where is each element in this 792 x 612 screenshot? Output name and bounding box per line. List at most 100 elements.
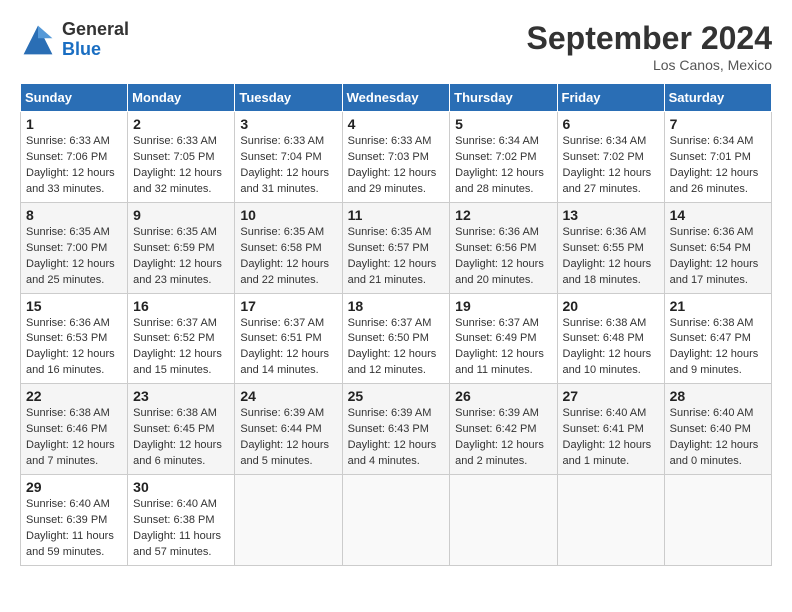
day-info: Sunrise: 6:38 AMSunset: 6:46 PMDaylight:…	[26, 406, 122, 470]
calendar-week-4: 22 Sunrise: 6:38 AMSunset: 6:46 PMDayligh…	[21, 384, 772, 475]
day-number: 29	[26, 479, 122, 495]
day-cell-16: 16 Sunrise: 6:37 AMSunset: 6:52 PMDayligh…	[128, 293, 235, 384]
day-info: Sunrise: 6:35 AMSunset: 6:58 PMDaylight:…	[240, 225, 336, 289]
empty-cell	[664, 475, 771, 566]
col-header-thursday: Thursday	[450, 84, 557, 112]
day-info: Sunrise: 6:40 AMSunset: 6:41 PMDaylight:…	[563, 406, 659, 470]
col-header-saturday: Saturday	[664, 84, 771, 112]
day-number: 7	[670, 116, 766, 132]
day-info: Sunrise: 6:36 AMSunset: 6:55 PMDaylight:…	[563, 225, 659, 289]
logo-general: General	[62, 19, 129, 39]
day-number: 15	[26, 298, 122, 314]
day-info: Sunrise: 6:39 AMSunset: 6:43 PMDaylight:…	[348, 406, 445, 470]
empty-cell	[450, 475, 557, 566]
logo-icon	[20, 22, 56, 58]
day-cell-13: 13 Sunrise: 6:36 AMSunset: 6:55 PMDayligh…	[557, 202, 664, 293]
day-number: 13	[563, 207, 659, 223]
day-info: Sunrise: 6:40 AMSunset: 6:39 PMDaylight:…	[26, 497, 122, 561]
day-cell-14: 14 Sunrise: 6:36 AMSunset: 6:54 PMDayligh…	[664, 202, 771, 293]
calendar-header-row: SundayMondayTuesdayWednesdayThursdayFrid…	[21, 84, 772, 112]
day-number: 27	[563, 388, 659, 404]
day-cell-10: 10 Sunrise: 6:35 AMSunset: 6:58 PMDayligh…	[235, 202, 342, 293]
day-info: Sunrise: 6:39 AMSunset: 6:44 PMDaylight:…	[240, 406, 336, 470]
day-number: 26	[455, 388, 551, 404]
day-number: 1	[26, 116, 122, 132]
location: Los Canos, Mexico	[527, 57, 772, 73]
day-cell-25: 25 Sunrise: 6:39 AMSunset: 6:43 PMDayligh…	[342, 384, 450, 475]
day-number: 4	[348, 116, 445, 132]
day-info: Sunrise: 6:37 AMSunset: 6:52 PMDaylight:…	[133, 316, 229, 380]
day-cell-24: 24 Sunrise: 6:39 AMSunset: 6:44 PMDayligh…	[235, 384, 342, 475]
day-info: Sunrise: 6:36 AMSunset: 6:53 PMDaylight:…	[26, 316, 122, 380]
day-cell-7: 7 Sunrise: 6:34 AMSunset: 7:01 PMDaylight…	[664, 112, 771, 203]
day-info: Sunrise: 6:34 AMSunset: 7:01 PMDaylight:…	[670, 134, 766, 198]
day-number: 30	[133, 479, 229, 495]
day-info: Sunrise: 6:39 AMSunset: 6:42 PMDaylight:…	[455, 406, 551, 470]
day-cell-19: 19 Sunrise: 6:37 AMSunset: 6:49 PMDayligh…	[450, 293, 557, 384]
col-header-sunday: Sunday	[21, 84, 128, 112]
logo: General Blue	[20, 20, 129, 60]
day-info: Sunrise: 6:35 AMSunset: 6:57 PMDaylight:…	[348, 225, 445, 289]
day-cell-21: 21Sunrise: 6:38 AMSunset: 6:47 PMDayligh…	[664, 293, 771, 384]
day-number: 21	[670, 298, 766, 314]
day-cell-30: 30 Sunrise: 6:40 AMSunset: 6:38 PMDayligh…	[128, 475, 235, 566]
day-cell-20: 20 Sunrise: 6:38 AMSunset: 6:48 PMDayligh…	[557, 293, 664, 384]
day-number: 22	[26, 388, 122, 404]
day-cell-18: 18 Sunrise: 6:37 AMSunset: 6:50 PMDayligh…	[342, 293, 450, 384]
day-number: 3	[240, 116, 336, 132]
day-number: 25	[348, 388, 445, 404]
day-number: 19	[455, 298, 551, 314]
day-number: 18	[348, 298, 445, 314]
day-cell-23: 23Sunrise: 6:38 AMSunset: 6:45 PMDayligh…	[128, 384, 235, 475]
day-info: Sunrise: 6:36 AMSunset: 6:56 PMDaylight:…	[455, 225, 551, 289]
title-block: September 2024 Los Canos, Mexico	[527, 20, 772, 73]
day-info: Sunrise: 6:36 AMSunset: 6:54 PMDaylight:…	[670, 225, 766, 289]
page-header: General Blue September 2024 Los Canos, M…	[20, 20, 772, 73]
col-header-wednesday: Wednesday	[342, 84, 450, 112]
day-info: Sunrise: 6:35 AMSunset: 7:00 PMDaylight:…	[26, 225, 122, 289]
day-cell-3: 3 Sunrise: 6:33 AMSunset: 7:04 PMDaylight…	[235, 112, 342, 203]
day-info: Sunrise: 6:35 AMSunset: 6:59 PMDaylight:…	[133, 225, 229, 289]
day-number: 9	[133, 207, 229, 223]
day-number: 6	[563, 116, 659, 132]
day-info: Sunrise: 6:34 AMSunset: 7:02 PMDaylight:…	[455, 134, 551, 198]
day-info: Sunrise: 6:34 AMSunset: 7:02 PMDaylight:…	[563, 134, 659, 198]
day-cell-1: 1 Sunrise: 6:33 AMSunset: 7:06 PMDaylight…	[21, 112, 128, 203]
day-info: Sunrise: 6:33 AMSunset: 7:06 PMDaylight:…	[26, 134, 122, 198]
calendar-week-2: 8 Sunrise: 6:35 AMSunset: 7:00 PMDaylight…	[21, 202, 772, 293]
day-info: Sunrise: 6:38 AMSunset: 6:48 PMDaylight:…	[563, 316, 659, 380]
day-cell-15: 15 Sunrise: 6:36 AMSunset: 6:53 PMDayligh…	[21, 293, 128, 384]
day-number: 16	[133, 298, 229, 314]
day-info: Sunrise: 6:40 AMSunset: 6:40 PMDaylight:…	[670, 406, 766, 470]
day-info: Sunrise: 6:33 AMSunset: 7:04 PMDaylight:…	[240, 134, 336, 198]
calendar-week-1: 1 Sunrise: 6:33 AMSunset: 7:06 PMDaylight…	[21, 112, 772, 203]
month-title: September 2024	[527, 20, 772, 57]
day-number: 14	[670, 207, 766, 223]
day-info: Sunrise: 6:33 AMSunset: 7:03 PMDaylight:…	[348, 134, 445, 198]
calendar-week-3: 15 Sunrise: 6:36 AMSunset: 6:53 PMDayligh…	[21, 293, 772, 384]
day-number: 20	[563, 298, 659, 314]
day-number: 10	[240, 207, 336, 223]
empty-cell	[235, 475, 342, 566]
day-number: 8	[26, 207, 122, 223]
col-header-friday: Friday	[557, 84, 664, 112]
day-info: Sunrise: 6:37 AMSunset: 6:50 PMDaylight:…	[348, 316, 445, 380]
day-number: 28	[670, 388, 766, 404]
day-number: 17	[240, 298, 336, 314]
day-info: Sunrise: 6:37 AMSunset: 6:49 PMDaylight:…	[455, 316, 551, 380]
logo-blue: Blue	[62, 39, 101, 59]
day-info: Sunrise: 6:40 AMSunset: 6:38 PMDaylight:…	[133, 497, 229, 561]
day-info: Sunrise: 6:38 AMSunset: 6:45 PMDaylight:…	[133, 406, 229, 470]
day-cell-6: 6 Sunrise: 6:34 AMSunset: 7:02 PMDaylight…	[557, 112, 664, 203]
day-cell-28: 28 Sunrise: 6:40 AMSunset: 6:40 PMDayligh…	[664, 384, 771, 475]
day-cell-11: 11 Sunrise: 6:35 AMSunset: 6:57 PMDayligh…	[342, 202, 450, 293]
day-cell-22: 22 Sunrise: 6:38 AMSunset: 6:46 PMDayligh…	[21, 384, 128, 475]
day-cell-27: 27 Sunrise: 6:40 AMSunset: 6:41 PMDayligh…	[557, 384, 664, 475]
day-cell-29: 29 Sunrise: 6:40 AMSunset: 6:39 PMDayligh…	[21, 475, 128, 566]
day-number: 24	[240, 388, 336, 404]
day-number: 12	[455, 207, 551, 223]
day-cell-17: 17Sunrise: 6:37 AMSunset: 6:51 PMDayligh…	[235, 293, 342, 384]
empty-cell	[557, 475, 664, 566]
calendar-week-5: 29 Sunrise: 6:40 AMSunset: 6:39 PMDayligh…	[21, 475, 772, 566]
day-number: 11	[348, 207, 445, 223]
